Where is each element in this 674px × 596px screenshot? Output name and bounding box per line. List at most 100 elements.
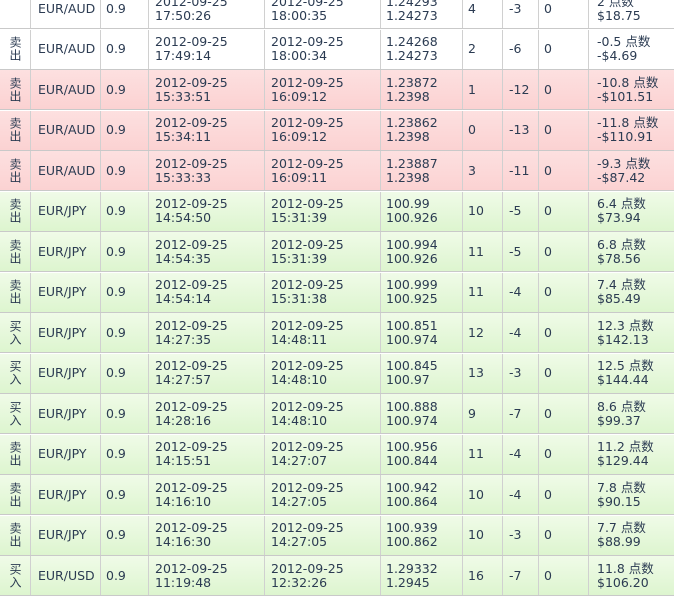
open-time-cell: 2012-09-25 15:33:33: [148, 151, 264, 190]
profit-cell-line: -0.5 点数: [597, 34, 651, 49]
open-time-cell: 2012-09-25 14:28:16: [148, 394, 264, 433]
table-row[interactable]: 卖出 EUR/JPY 0.9 2012-09-25 14:16:30 2012-09-25…: [0, 515, 674, 556]
close-time-cell-line: 2012-09-25: [271, 317, 344, 333]
open-time-cell: 2012-09-25 15:34:11: [148, 110, 264, 150]
swap-cell-line: 0: [544, 162, 552, 178]
open-time-cell-line: 2012-09-25: [155, 34, 228, 49]
table-row[interactable]: 卖出 EUR/JPY 0.9 2012-09-25 14:54:35 2012-09-25…: [0, 232, 674, 272]
tp-cell-line: -13: [509, 122, 530, 137]
trade-type: [0, 0, 30, 28]
trade-type: 买入: [0, 313, 30, 352]
price-cell-line: 1.23887: [386, 155, 438, 171]
close-time-cell-line: 2012-09-25: [271, 115, 344, 130]
sl-cell-line: 0: [468, 122, 476, 137]
close-time-cell: 2012-09-25 14:27:05: [264, 475, 380, 514]
trade-type-label: 买入: [8, 360, 22, 386]
price-cell: 100.851 100.974: [380, 313, 462, 352]
tp-cell-line: -7: [509, 405, 522, 421]
table-row[interactable]: 卖出 EUR/AUD 0.9 2012-09-25 17:49:14 2012-09-25…: [0, 29, 674, 70]
sl-cell: 1: [462, 70, 502, 109]
price-cell-line: 100.974: [386, 412, 438, 428]
lots-cell-line: 0.9: [106, 324, 126, 340]
table-row[interactable]: 卖出 EUR/AUD 0.9 2012-09-25 15:33:33 2012-09-25…: [0, 151, 674, 191]
price-cell-line: 1.2945: [386, 574, 430, 590]
open-time-cell: 2012-09-25 14:16:30: [148, 515, 264, 555]
open-time-cell-line: 2012-09-25: [155, 439, 228, 454]
trade-type: 卖出: [0, 232, 30, 271]
table-row[interactable]: 卖出 EUR/AUD 0.9 2012-09-25 15:34:11 2012-09-25…: [0, 110, 674, 151]
table-row[interactable]: 卖出 EUR/JPY 0.9 2012-09-25 14:54:14 2012-09-25…: [0, 272, 674, 313]
lots-cell: 0.9: [100, 475, 148, 514]
close-time-cell-line: 15:31:39: [271, 210, 328, 225]
tp-cell-line: -4: [509, 284, 522, 299]
price-cell: 1.29332 1.2945: [380, 556, 462, 595]
lots-cell: 0.9: [100, 70, 148, 109]
tp-cell-line: -7: [509, 567, 522, 583]
symbol-cell: EUR/JPY: [30, 475, 100, 514]
tp-cell: -4: [502, 313, 538, 352]
open-time-cell-line: 15:33:33: [155, 169, 212, 185]
price-cell-line: 100.994: [386, 236, 438, 252]
trade-type: 卖出: [0, 435, 30, 474]
open-time-cell-line: 15:34:11: [155, 129, 212, 144]
open-time-cell-line: 11:19:48: [155, 574, 212, 590]
sl-cell-line: 2: [468, 41, 476, 56]
lots-cell-line: 0.9: [106, 41, 126, 56]
trade-type: 卖出: [0, 111, 30, 150]
trade-type: 买入: [0, 556, 30, 595]
lots-cell-line: 0.9: [106, 122, 126, 137]
tp-cell: -4: [502, 475, 538, 514]
profit-cell-line: -$87.42: [597, 169, 646, 185]
tp-cell-line: -5: [509, 243, 522, 259]
lots-cell-line: 0.9: [106, 446, 126, 461]
symbol-cell-line: EUR/AUD: [38, 162, 96, 178]
open-time-cell: 2012-09-25 14:54:50: [148, 191, 264, 231]
table-row[interactable]: 卖出 EUR/JPY 0.9 2012-09-25 14:16:10 2012-09-25…: [0, 475, 674, 515]
lots-cell: 0.9: [100, 272, 148, 312]
close-time-cell-line: 2012-09-25: [271, 34, 344, 49]
open-time-cell-line: 17:50:26: [155, 7, 212, 23]
swap-cell: 0: [538, 29, 588, 69]
symbol-cell: EUR/JPY: [30, 272, 100, 312]
table-row[interactable]: 买入 EUR/JPY 0.9 2012-09-25 14:27:35 2012-09-25…: [0, 313, 674, 353]
profit-cell-line: $142.13: [597, 331, 649, 347]
table-row[interactable]: 卖出 EUR/JPY 0.9 2012-09-25 14:54:50 2012-09-25…: [0, 191, 674, 232]
price-cell-line: 1.24273: [386, 7, 438, 23]
symbol-cell-line: EUR/AUD: [38, 122, 96, 137]
symbol-cell-line: EUR/JPY: [38, 527, 87, 542]
price-cell-line: 100.888: [386, 398, 438, 414]
open-time-cell-line: 14:27:35: [155, 331, 212, 347]
table-row[interactable]: 卖出 EUR/AUD 0.9 2012-09-25 15:33:51 2012-09-25…: [0, 70, 674, 110]
table-row[interactable]: 买入 EUR/JPY 0.9 2012-09-25 14:28:16 2012-09-25…: [0, 394, 674, 434]
open-time-cell-line: 2012-09-25: [155, 398, 228, 414]
trade-type-label: 卖出: [8, 481, 22, 508]
lots-cell-line: 0.9: [106, 405, 126, 421]
lots-cell-line: 0.9: [106, 162, 126, 178]
swap-cell-line: 0: [544, 284, 552, 299]
close-time-cell-line: 12:32:26: [271, 574, 328, 590]
table-row[interactable]: EUR/AUD 0.9 2012-09-25 17:50:26 2012-09-25 18…: [0, 0, 674, 29]
trade-type: 卖出: [0, 192, 30, 231]
profit-cell: 11.8 点数 $106.20: [588, 556, 674, 595]
profit-cell: 7.4 点数 $85.49: [588, 272, 674, 312]
lots-cell-line: 0.9: [106, 365, 126, 380]
price-cell-line: 100.844: [386, 453, 438, 468]
trade-type: 卖出: [0, 70, 30, 109]
open-time-cell: 2012-09-25 17:50:26: [148, 0, 264, 28]
price-cell-line: 100.942: [386, 479, 438, 495]
table-row[interactable]: 买入 EUR/JPY 0.9 2012-09-25 14:27:57 2012-09-25…: [0, 353, 674, 394]
open-time-cell-line: 2012-09-25: [155, 358, 228, 373]
trade-type-label: 卖出: [8, 117, 22, 143]
tp-cell: -12: [502, 70, 538, 109]
table-row[interactable]: 买入 EUR/USD 0.9 2012-09-25 11:19:48 2012-09-25…: [0, 556, 674, 596]
table-row[interactable]: 卖出 EUR/JPY 0.9 2012-09-25 14:15:51 2012-09-25…: [0, 434, 674, 475]
sl-cell-line: 1: [468, 81, 476, 97]
close-time-cell: 2012-09-25 14:27:07: [264, 434, 380, 474]
tp-cell: -4: [502, 272, 538, 312]
close-time-cell-line: 14:48:10: [271, 412, 328, 428]
price-cell-line: 1.2398: [386, 88, 430, 104]
open-time-cell: 2012-09-25 14:16:10: [148, 475, 264, 514]
sl-cell: 9: [462, 394, 502, 433]
price-cell-line: 100.939: [386, 520, 438, 535]
profit-cell: 7.7 点数 $88.99: [588, 515, 674, 555]
